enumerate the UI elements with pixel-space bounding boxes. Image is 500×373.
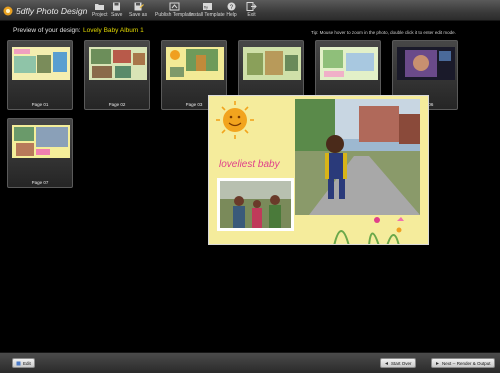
edit-icon [16, 361, 21, 365]
page-thumbnail-02[interactable]: Page 02 [84, 40, 150, 110]
app-window: 5dfly Photo Design Project Save Save as … [0, 0, 500, 373]
exit-icon [246, 2, 257, 11]
page-label: Page 01 [31, 102, 49, 107]
project-label: Project [92, 12, 108, 18]
publish-template-label: Publish Template [155, 12, 193, 18]
save-icon [113, 2, 121, 11]
app-logo: 5dfly Photo Design [3, 4, 87, 18]
exit-label: Exit [247, 12, 256, 18]
page-06-preview [397, 47, 455, 80]
edit-button-label: Edit [23, 360, 31, 366]
next-icon [436, 361, 439, 365]
edit-button[interactable]: Edit [12, 358, 35, 368]
page-label: Page 02 [108, 102, 126, 107]
start-over-button[interactable]: Start Over [380, 358, 416, 368]
save-label: Save [111, 12, 123, 18]
zoom-caption: loveliest baby [219, 159, 280, 170]
page-05-preview [320, 47, 378, 80]
start-over-label: Start Over [391, 360, 412, 366]
project-button[interactable]: Project [92, 2, 108, 20]
page-04-preview [243, 47, 301, 80]
install-template-icon: fly [202, 3, 212, 10]
app-title: 5dfly Photo Design [16, 6, 88, 16]
folder-icon [95, 4, 105, 10]
install-template-label: Install Template [190, 12, 225, 18]
help-label: Help [226, 12, 237, 18]
bottom-bar: Edit Start Over Next -- Render & Output [0, 352, 500, 373]
zoom-preview[interactable]: loveliest baby [208, 95, 429, 245]
next-render-output-button[interactable]: Next -- Render & Output [431, 358, 495, 368]
page-02-preview [89, 47, 147, 80]
save-button[interactable]: Save [111, 2, 122, 20]
help-icon: ? [227, 2, 236, 11]
next-button-label: Next -- Render & Output [442, 360, 491, 366]
toolbar: 5dfly Photo Design Project Save Save as … [0, 0, 500, 21]
preview-label: Preview of your design: [13, 27, 81, 34]
exit-button[interactable]: Exit [246, 2, 257, 20]
main-photo [295, 99, 420, 215]
page-01-preview [12, 47, 70, 80]
page-03-preview [166, 47, 224, 80]
save-as-label: Save as [129, 12, 148, 18]
save-as-button[interactable]: Save as [129, 2, 147, 20]
install-template-button[interactable]: fly Install Template [190, 2, 225, 20]
album-name: Lovely Baby Album 1 [83, 27, 144, 34]
publish-template-icon [169, 2, 179, 11]
family-photo [217, 178, 294, 231]
page-07-preview [12, 125, 70, 158]
zoom-preview-artwork [209, 96, 428, 244]
logo-icon [3, 6, 13, 16]
svg-text:fly: fly [204, 5, 208, 10]
help-button[interactable]: ? Help [226, 2, 237, 20]
publish-template-button[interactable]: Publish Template [155, 2, 193, 20]
tip-text: Tip: Mouse hover to zoom in the photo, d… [311, 30, 456, 35]
start-over-icon [385, 361, 388, 365]
page-thumbnail-01[interactable]: Page 01 [7, 40, 73, 110]
save-as-icon [134, 2, 144, 11]
page-label: Page 07 [31, 180, 49, 185]
page-thumbnail-07[interactable]: Page 07 [7, 118, 73, 188]
